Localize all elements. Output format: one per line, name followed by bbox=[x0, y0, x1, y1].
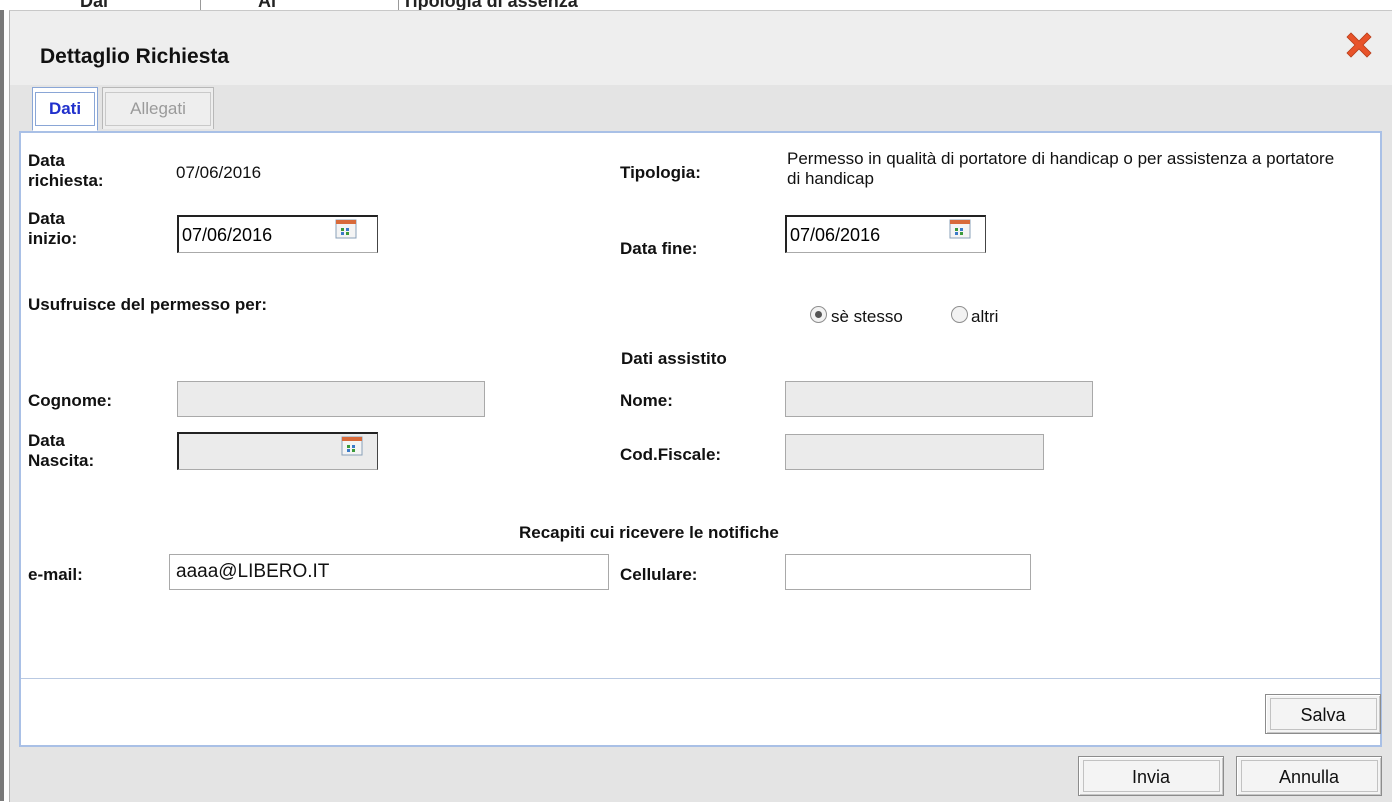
annulla-button[interactable]: Annulla bbox=[1236, 756, 1382, 796]
nome-input[interactable] bbox=[785, 381, 1093, 417]
calendar-icon[interactable] bbox=[949, 219, 971, 239]
email-value: aaaa@LIBERO.IT bbox=[176, 561, 330, 582]
radio-se-stesso[interactable] bbox=[810, 306, 827, 323]
dettaglio-richiesta-dialog: Dettaglio Richiesta Dati Allegati Data r… bbox=[9, 10, 1392, 802]
data-fine-value: 07/06/2016 bbox=[790, 225, 881, 245]
dialog-title-bar[interactable]: Dettaglio Richiesta bbox=[10, 11, 1392, 85]
data-inizio-label: Data inizio: bbox=[28, 209, 78, 248]
data-richiesta-value: 07/06/2016 bbox=[176, 163, 262, 182]
data-inizio-value: 07/06/2016 bbox=[182, 225, 273, 245]
email-label: e-mail: bbox=[28, 565, 83, 584]
cognome-input[interactable] bbox=[177, 381, 485, 417]
invia-button[interactable]: Invia bbox=[1078, 756, 1224, 796]
nome-label: Nome: bbox=[620, 391, 673, 410]
panel-footer-divider bbox=[21, 678, 1380, 679]
calendar-icon[interactable] bbox=[335, 219, 357, 239]
calendar-icon[interactable] bbox=[341, 436, 363, 456]
tab-dati-label: Dati bbox=[48, 99, 82, 118]
tipologia-label: Tipologia: bbox=[620, 163, 701, 182]
cognome-label: Cognome: bbox=[28, 391, 113, 410]
cellulare-label: Cellulare: bbox=[620, 565, 698, 584]
usufruisce-label: Usufruisce del permesso per: bbox=[28, 295, 268, 314]
tab-allegati-label: Allegati bbox=[130, 99, 186, 118]
page-left-edge bbox=[0, 0, 4, 801]
data-nascita-label: Data Nascita: bbox=[28, 431, 95, 470]
tab-dati[interactable]: Dati bbox=[32, 87, 98, 131]
data-fine-field[interactable]: 07/06/2016 bbox=[785, 215, 986, 253]
dati-panel: Data richiesta: 07/06/2016 Tipologia: Pe… bbox=[19, 131, 1382, 747]
dialog-title: Dettaglio Richiesta bbox=[40, 45, 230, 68]
data-inizio-field[interactable]: 07/06/2016 bbox=[177, 215, 378, 253]
bg-col-separator bbox=[398, 0, 399, 10]
bg-col-separator bbox=[200, 0, 201, 10]
recapiti-heading: Recapiti cui ricevere le notifiche bbox=[519, 523, 779, 542]
data-fine-label: Data fine: bbox=[620, 239, 698, 258]
close-icon[interactable] bbox=[1342, 29, 1376, 63]
tab-allegati[interactable]: Allegati bbox=[102, 87, 214, 129]
radio-se-stesso-label: sè stesso bbox=[831, 307, 903, 326]
tipologia-value: Permesso in qualità di portatore di hand… bbox=[787, 149, 1335, 188]
data-richiesta-label: Data richiesta: bbox=[28, 151, 104, 190]
cod-fiscale-input[interactable] bbox=[785, 434, 1044, 470]
bg-col-tipologia: Tipologia di assenza bbox=[402, 0, 578, 10]
bg-col-dal: Dal bbox=[80, 0, 109, 10]
radio-altri[interactable] bbox=[951, 306, 968, 323]
radio-altri-label: altri bbox=[971, 307, 999, 326]
background-grid-header: Dal Al Tipologia di assenza bbox=[0, 0, 1392, 10]
salva-button[interactable]: Salva bbox=[1265, 694, 1381, 734]
cod-fiscale-label: Cod.Fiscale: bbox=[620, 445, 722, 464]
cellulare-input[interactable] bbox=[785, 554, 1031, 590]
data-nascita-field[interactable] bbox=[177, 432, 378, 470]
bg-col-al: Al bbox=[258, 0, 276, 10]
email-input[interactable]: aaaa@LIBERO.IT bbox=[169, 554, 609, 590]
dati-assistito-heading: Dati assistito bbox=[621, 349, 727, 368]
